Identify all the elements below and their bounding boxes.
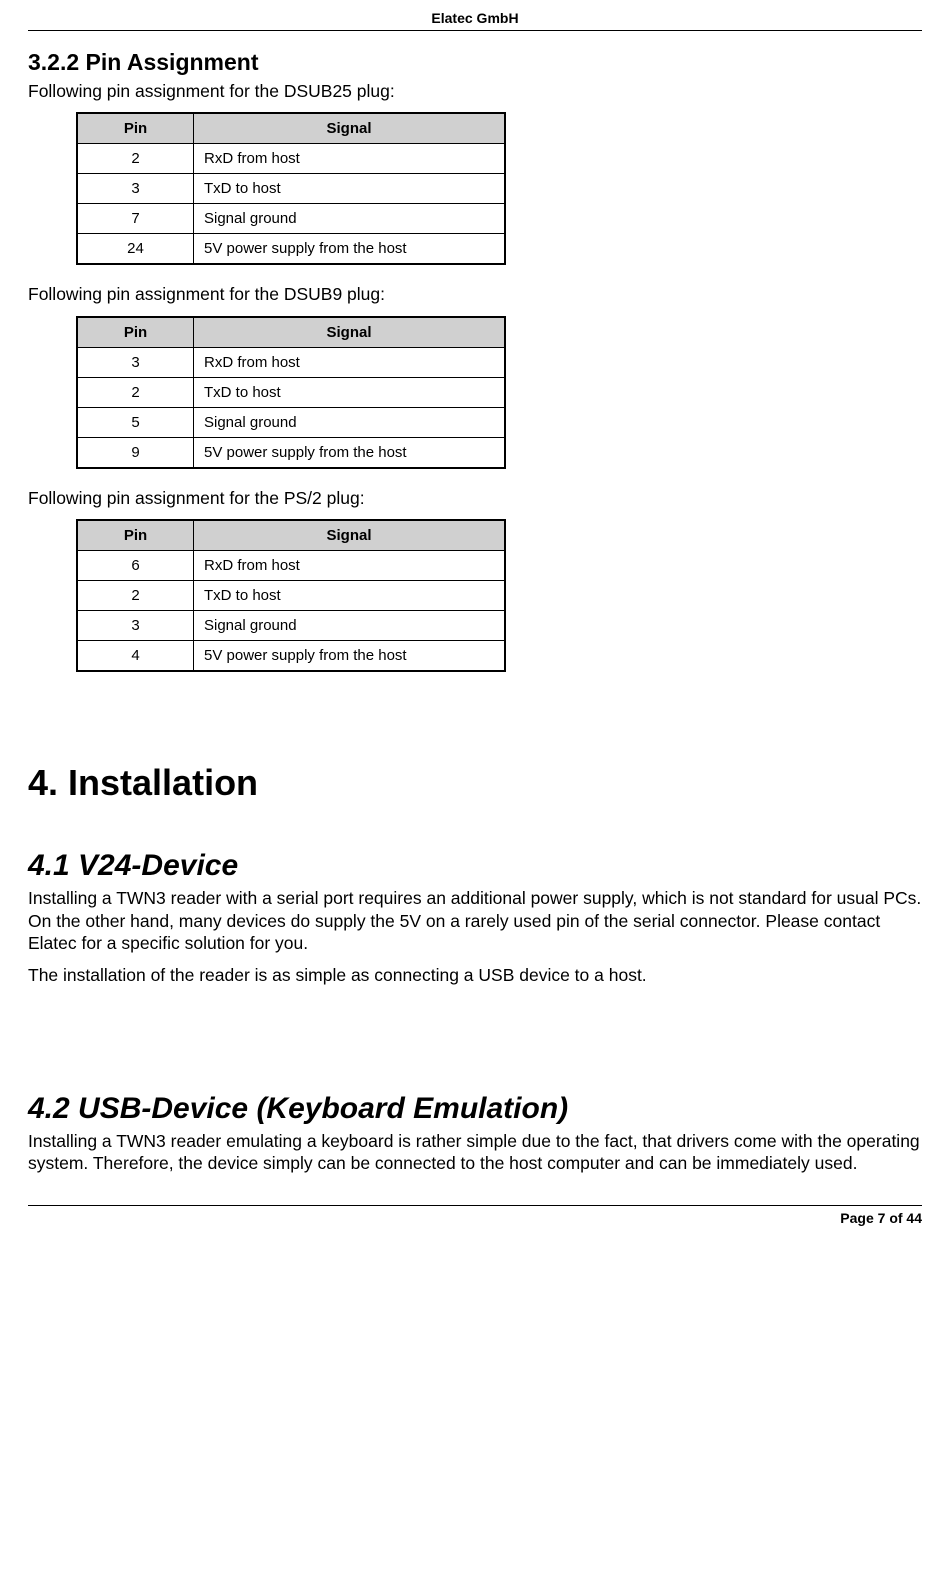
table-row: 6RxD from host [77,551,505,581]
cell-pin: 2 [77,581,194,611]
cell-signal: RxD from host [194,347,506,377]
table-dsub25: Pin Signal 2RxD from host 3TxD to host 7… [76,112,506,265]
table-row: 2TxD to host [77,581,505,611]
cell-signal: Signal ground [194,204,506,234]
table-row: 245V power supply from the host [77,234,505,265]
table-row: 45V power supply from the host [77,641,505,672]
cell-signal: Signal ground [194,611,506,641]
cell-pin: 7 [77,204,194,234]
cell-pin: 9 [77,437,194,468]
para-4-1-a: Installing a TWN3 reader with a serial p… [28,887,922,954]
col-signal: Signal [194,113,506,144]
cell-signal: Signal ground [194,407,506,437]
col-pin: Pin [77,520,194,551]
cell-signal: TxD to host [194,174,506,204]
cell-pin: 3 [77,174,194,204]
cell-signal: 5V power supply from the host [194,234,506,265]
intro-dsub25: Following pin assignment for the DSUB25 … [28,80,922,102]
cell-pin: 3 [77,347,194,377]
table-header-row: Pin Signal [77,520,505,551]
table-header-row: Pin Signal [77,113,505,144]
table-row: 95V power supply from the host [77,437,505,468]
table-header-row: Pin Signal [77,317,505,348]
cell-signal: TxD to host [194,581,506,611]
cell-pin: 4 [77,641,194,672]
cell-pin: 24 [77,234,194,265]
cell-pin: 2 [77,377,194,407]
heading-4: 4. Installation [28,762,922,804]
heading-4-2: 4.2 USB-Device (Keyboard Emulation) [28,1092,922,1126]
heading-4-1: 4.1 V24-Device [28,849,922,883]
cell-pin: 6 [77,551,194,581]
heading-3-2-2: 3.2.2 Pin Assignment [28,49,922,76]
table-ps2: Pin Signal 6RxD from host 2TxD to host 3… [76,519,506,672]
col-signal: Signal [194,317,506,348]
footer-rule [28,1205,922,1206]
cell-pin: 2 [77,144,194,174]
cell-signal: RxD from host [194,144,506,174]
table-row: 3RxD from host [77,347,505,377]
table-row: 2TxD to host [77,377,505,407]
table-row: 7Signal ground [77,204,505,234]
cell-signal: 5V power supply from the host [194,641,506,672]
page-header: Elatec GmbH [28,0,922,30]
cell-pin: 3 [77,611,194,641]
cell-pin: 5 [77,407,194,437]
cell-signal: RxD from host [194,551,506,581]
header-rule [28,30,922,31]
cell-signal: 5V power supply from the host [194,437,506,468]
table-row: 3Signal ground [77,611,505,641]
intro-ps2: Following pin assignment for the PS/2 pl… [28,487,922,509]
table-row: 3TxD to host [77,174,505,204]
intro-dsub9: Following pin assignment for the DSUB9 p… [28,283,922,305]
col-pin: Pin [77,113,194,144]
page-footer: Page 7 of 44 [28,1210,922,1246]
para-4-1-b: The installation of the reader is as sim… [28,964,922,986]
col-signal: Signal [194,520,506,551]
table-dsub9: Pin Signal 3RxD from host 2TxD to host 5… [76,316,506,469]
cell-signal: TxD to host [194,377,506,407]
para-4-2-a: Installing a TWN3 reader emulating a key… [28,1130,922,1175]
col-pin: Pin [77,317,194,348]
table-row: 5Signal ground [77,407,505,437]
table-row: 2RxD from host [77,144,505,174]
